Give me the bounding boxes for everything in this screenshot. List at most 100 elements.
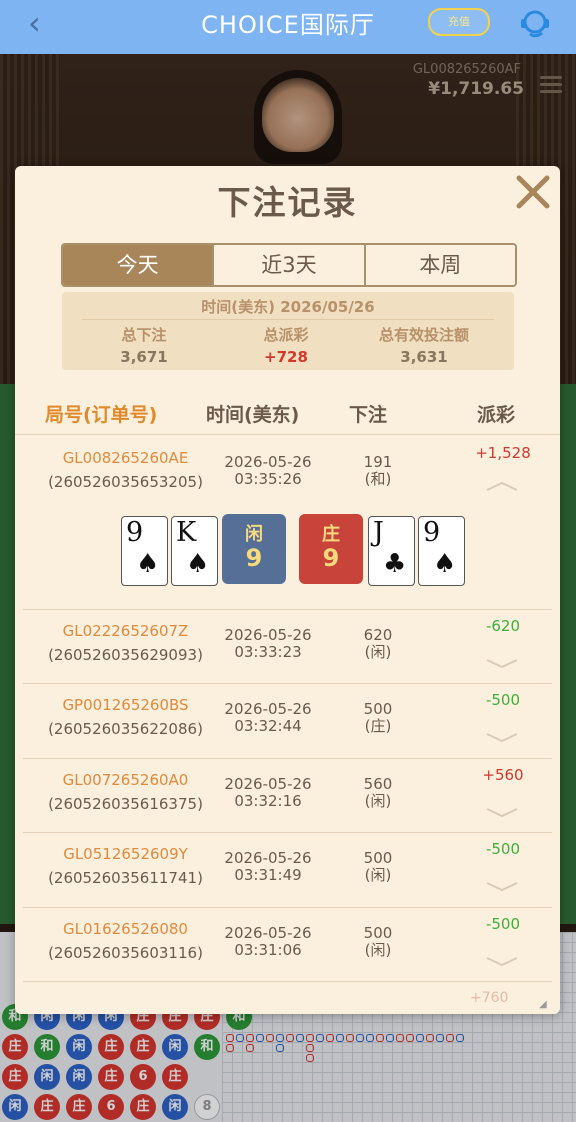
table-row[interactable]: GP001265260BS (260526035622086) 2026-05-26… bbox=[23, 683, 552, 759]
top-bar: ‹ CHOICE国际厅 充值 bbox=[0, 0, 576, 54]
tab-today[interactable]: 今天 bbox=[63, 245, 215, 285]
card-rank: K bbox=[176, 517, 197, 548]
chevron-down-icon[interactable] bbox=[485, 955, 519, 967]
table-header: 局号(订单号) 时间(美东) 下注 派彩 bbox=[15, 392, 560, 435]
player-card-1: 9 ♠ bbox=[121, 516, 168, 586]
total-payout-label: 总派彩 bbox=[263, 326, 309, 344]
player-points: 9 bbox=[245, 544, 263, 572]
bet-side: (闲) bbox=[364, 866, 392, 884]
payout-value: -500 bbox=[485, 915, 521, 933]
total-payout-value: +728 bbox=[264, 348, 308, 366]
bet-time: 03:31:06 bbox=[234, 941, 302, 959]
spade-icon: ♠ bbox=[186, 549, 210, 579]
bet-date: 2026-05-26 bbox=[224, 775, 312, 793]
table-row[interactable]: GL0512652609Y (260526035611741) 2026-05-26… bbox=[23, 832, 552, 908]
resize-corner-icon: ◢ bbox=[539, 999, 547, 1010]
bet-side: (庄) bbox=[364, 717, 392, 735]
bet-time: 03:32:44 bbox=[234, 717, 302, 735]
order-number: (260526035653205) bbox=[48, 473, 203, 491]
bet-time: 03:31:49 bbox=[234, 866, 302, 884]
player-result-badge: 闲 9 bbox=[222, 514, 286, 584]
spade-icon: ♠ bbox=[433, 549, 457, 579]
next-row-payout: +760 bbox=[470, 990, 509, 1006]
total-valid-value: 3,631 bbox=[400, 348, 448, 366]
chevron-down-icon[interactable] bbox=[485, 880, 519, 892]
bet-amount: 620 bbox=[363, 626, 393, 644]
total-valid-label: 总有效投注额 bbox=[378, 326, 469, 344]
payout-value: -500 bbox=[485, 691, 521, 709]
bet-side: (闲) bbox=[364, 643, 392, 661]
chevron-up-icon[interactable] bbox=[485, 480, 519, 492]
bet-date: 2026-05-26 bbox=[224, 700, 312, 718]
total-payout: 总派彩 +728 bbox=[216, 324, 356, 366]
order-number: (260526035629093) bbox=[48, 646, 203, 664]
col-bet: 下注 bbox=[349, 404, 388, 426]
payout-value: -500 bbox=[485, 840, 521, 858]
recharge-button[interactable]: 充值 bbox=[428, 8, 490, 36]
club-icon: ♣ bbox=[383, 549, 407, 579]
banker-label: 庄 bbox=[322, 524, 340, 545]
bet-amount: 500 bbox=[363, 700, 393, 718]
col-game-id: 局号(订单号) bbox=[45, 404, 158, 426]
payout-value: +560 bbox=[482, 766, 524, 784]
customer-service-icon[interactable] bbox=[518, 6, 552, 40]
summary-date: 时间(美东) 2026/05/26 bbox=[201, 298, 375, 316]
table-row[interactable]: GL01626526080 (260526035603116) 2026-05-26… bbox=[23, 907, 552, 982]
col-time: 时间(美东) bbox=[206, 404, 300, 426]
game-id: GL01626526080 bbox=[63, 920, 188, 938]
banker-result-badge: 庄 9 bbox=[299, 514, 363, 584]
bet-date: 2026-05-26 bbox=[224, 453, 312, 471]
game-id: GP001265260BS bbox=[62, 696, 189, 714]
spade-icon: ♠ bbox=[136, 549, 160, 579]
date-range-tabs: 今天 近3天 本周 bbox=[61, 243, 517, 287]
tab-last-3-days[interactable]: 近3天 bbox=[214, 245, 366, 285]
bet-time: 03:33:23 bbox=[234, 643, 302, 661]
bet-amount: 500 bbox=[363, 924, 393, 942]
divider bbox=[82, 319, 494, 320]
banker-points: 9 bbox=[322, 544, 340, 572]
table-row[interactable]: GL008265260AE (260526035653205) 2026-05-26… bbox=[23, 436, 552, 610]
chevron-down-icon[interactable] bbox=[485, 806, 519, 818]
banker-card-1: J ♣ bbox=[368, 516, 415, 586]
player-label: 闲 bbox=[245, 524, 263, 545]
table-row[interactable]: GL007265260A0 (260526035616375) 2026-05-26… bbox=[23, 758, 552, 833]
player-card-2: K ♠ bbox=[171, 516, 218, 586]
bet-side: (和) bbox=[364, 470, 392, 488]
total-valid-bet: 总有效投注额 3,631 bbox=[354, 324, 494, 366]
card-rank: 9 bbox=[126, 517, 144, 548]
order-number: (260526035603116) bbox=[48, 944, 203, 962]
chevron-down-icon[interactable] bbox=[485, 657, 519, 669]
order-number: (260526035622086) bbox=[48, 720, 203, 738]
bet-amount: 191 bbox=[363, 453, 393, 471]
game-id: GL0512652609Y bbox=[63, 845, 188, 863]
game-id: GL007265260A0 bbox=[62, 771, 189, 789]
bet-side: (闲) bbox=[364, 941, 392, 959]
payout-value: +1,528 bbox=[475, 444, 531, 462]
col-payout: 派彩 bbox=[477, 404, 516, 426]
summary-panel: 时间(美东) 2026/05/26 总下注 3,671 总派彩 +728 总有效… bbox=[62, 292, 514, 370]
table-row[interactable]: GL0222652607Z (260526035629093) 2026-05-26… bbox=[23, 609, 552, 684]
bet-record-modal: 下注记录 今天 近3天 本周 时间(美东) 2026/05/26 总下注 3,6… bbox=[15, 166, 560, 1014]
card-rank: J bbox=[373, 517, 384, 548]
order-number: (260526035611741) bbox=[48, 869, 203, 887]
bet-amount: 560 bbox=[363, 775, 393, 793]
payout-value: -620 bbox=[485, 617, 521, 635]
bet-side: (闲) bbox=[364, 792, 392, 810]
game-id: GL0222652607Z bbox=[62, 622, 189, 640]
total-bet-value: 3,671 bbox=[120, 348, 168, 366]
bet-date: 2026-05-26 bbox=[224, 924, 312, 942]
card-rank: 9 bbox=[423, 517, 441, 548]
bet-amount: 500 bbox=[363, 849, 393, 867]
bet-time: 03:32:16 bbox=[234, 792, 302, 810]
total-bet-label: 总下注 bbox=[121, 326, 167, 344]
bet-date: 2026-05-26 bbox=[224, 849, 312, 867]
banker-card-2: 9 ♠ bbox=[418, 516, 465, 586]
order-number: (260526035616375) bbox=[48, 795, 203, 813]
close-icon[interactable] bbox=[513, 172, 553, 212]
total-bet: 总下注 3,671 bbox=[74, 324, 214, 366]
game-id: GL008265260AE bbox=[62, 449, 189, 467]
chevron-down-icon[interactable] bbox=[485, 731, 519, 743]
bet-time: 03:35:26 bbox=[234, 470, 302, 488]
modal-title: 下注记录 bbox=[217, 183, 358, 222]
tab-this-week[interactable]: 本周 bbox=[365, 245, 515, 285]
